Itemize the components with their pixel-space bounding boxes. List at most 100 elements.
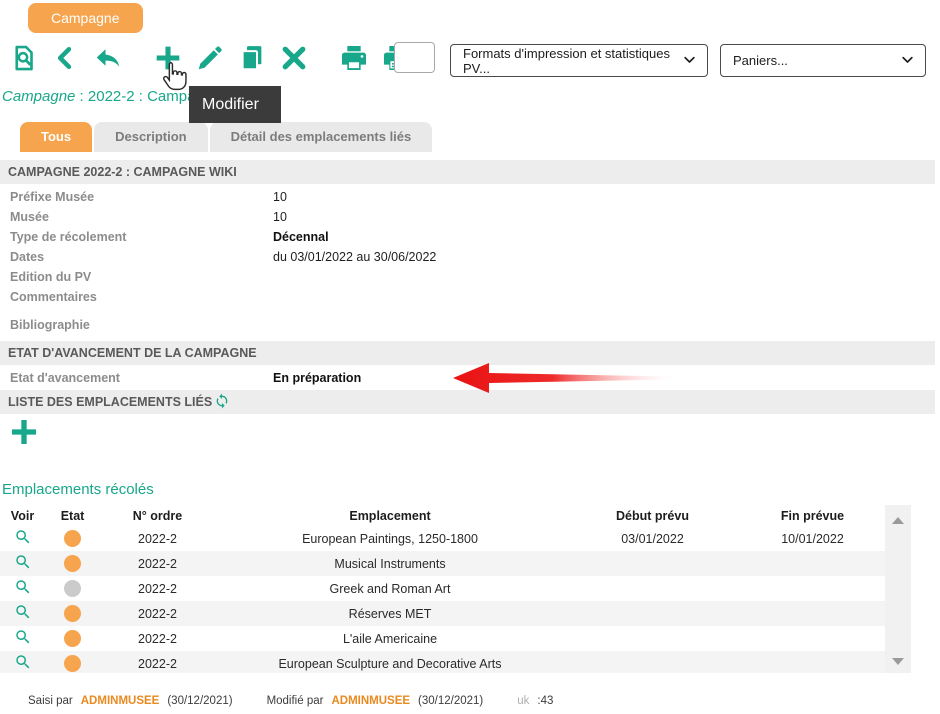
table-row: 2022-2 Musical Instruments — [0, 551, 911, 576]
field-label: Préfixe Musée — [0, 190, 273, 204]
printer-icon — [338, 42, 370, 74]
tooltip-modifier: Modifier — [189, 86, 281, 123]
view-row-button[interactable] — [14, 553, 32, 571]
table-row: 2022-2 L'aile Americaine — [0, 626, 911, 651]
tab-detail-emplacements[interactable]: Détail des emplacements liés — [210, 122, 433, 152]
tab-tous[interactable]: Tous — [20, 122, 92, 152]
undo-arrow-icon — [93, 43, 123, 73]
document-search-icon — [9, 43, 39, 73]
table-row: 2022-2 European Sculpture and Decorative… — [0, 651, 911, 673]
field-label: Type de récolement — [0, 230, 273, 244]
field-row: Bibliographie — [0, 315, 940, 335]
view-row-button[interactable] — [14, 603, 32, 621]
undo-button[interactable] — [90, 40, 126, 76]
scroll-down-arrow-icon[interactable] — [892, 658, 904, 665]
section-campagne-header: CAMPAGNE 2022-2 : CAMPAGNE WIKI — [0, 160, 935, 184]
field-value: du 03/01/2022 au 30/06/2022 — [273, 250, 436, 264]
copy-pages-icon — [237, 43, 267, 73]
view-row-button[interactable] — [14, 528, 32, 546]
col-fin: Fin prévue — [740, 509, 885, 523]
emplacement-cell: Musical Instruments — [215, 557, 565, 571]
tab-bar: Tous Description Détail des emplacements… — [20, 122, 432, 152]
chevron-down-icon — [900, 52, 915, 70]
pencil-icon — [195, 43, 225, 73]
copy-button[interactable] — [234, 40, 270, 76]
record-fields: Préfixe Musée10 Musée10 Type de récoleme… — [0, 187, 940, 335]
field-label: Musée — [0, 210, 273, 224]
emplacements-recoles-link[interactable]: Emplacements récolés — [2, 481, 940, 498]
record-counter-input[interactable] — [394, 42, 435, 73]
field-row: Type de récolementDécennal — [0, 227, 940, 247]
field-row: Edition du PV — [0, 267, 940, 287]
field-row: Préfixe Musée10 — [0, 187, 940, 207]
red-annotation-arrow — [453, 362, 678, 398]
field-value: 10 — [273, 190, 287, 204]
field-row: Commentaires — [0, 287, 940, 307]
print-formats-select[interactable]: Formats d'impression et statistiques PV.… — [450, 44, 708, 77]
status-dot — [64, 530, 81, 547]
status-dot — [64, 580, 81, 597]
add-emplacement-button[interactable] — [7, 417, 41, 451]
field-label: Edition du PV — [0, 270, 273, 284]
record-audit-footer: Saisi par ADMINMUSEE (30/12/2021) Modifi… — [28, 695, 940, 707]
modifie-date: (30/12/2021) — [418, 695, 483, 707]
field-label: Commentaires — [0, 290, 273, 304]
section-emplacements-title: LISTE DES EMPLACEMENTS LIÉS — [8, 395, 212, 409]
order-cell: 2022-2 — [100, 557, 215, 571]
x-icon — [279, 43, 309, 73]
col-ordre: N° ordre — [100, 509, 215, 523]
emplacement-cell: European Paintings, 1250-1800 — [215, 532, 565, 546]
table-header: Voir Etat N° ordre Emplacement Début pré… — [0, 505, 911, 526]
hand-cursor-icon — [161, 60, 188, 98]
field-value: 10 — [273, 210, 287, 224]
saisi-label: Saisi par — [28, 695, 73, 707]
view-row-button[interactable] — [14, 653, 32, 671]
section-campagne-title: CAMPAGNE 2022-2 : CAMPAGNE WIKI — [8, 165, 237, 179]
section-avancement-title: ETAT D'AVANCEMENT DE LA CAMPAGNE — [8, 346, 257, 360]
edit-button[interactable] — [192, 40, 228, 76]
debut-cell: 03/01/2022 — [565, 532, 740, 546]
col-etat: Etat — [45, 509, 100, 523]
field-value: En préparation — [273, 371, 361, 385]
status-dot — [64, 605, 81, 622]
saisi-user: ADMINMUSEE — [81, 695, 160, 707]
emplacements-table: Voir Etat N° ordre Emplacement Début pré… — [0, 505, 911, 673]
view-row-button[interactable] — [14, 578, 32, 596]
order-cell: 2022-2 — [100, 607, 215, 621]
chevron-left-icon — [52, 44, 80, 72]
table-row: 2022-2 Réserves MET — [0, 601, 911, 626]
preview-button[interactable] — [6, 40, 42, 76]
toolbar — [6, 38, 414, 78]
modifie-label: Modifié par — [267, 695, 324, 707]
field-label: Etat d'avancement — [0, 371, 273, 385]
field-value: Décennal — [273, 230, 329, 244]
field-label: Bibliographie — [0, 318, 273, 332]
col-emplacement: Emplacement — [215, 509, 565, 523]
modifie-user: ADMINMUSEE — [331, 695, 410, 707]
baskets-select-value: Paniers... — [733, 53, 788, 68]
module-tab-campagne[interactable]: Campagne — [28, 3, 143, 33]
field-row: Musée10 — [0, 207, 940, 227]
tab-description[interactable]: Description — [94, 122, 208, 152]
emplacement-cell: Greek and Roman Art — [215, 582, 565, 596]
refresh-icon[interactable] — [212, 395, 230, 409]
print-button[interactable] — [336, 40, 372, 76]
campaign-detail-page: Campagne Formats d'impression et statist… — [0, 0, 940, 714]
misc-value: :43 — [537, 695, 553, 707]
fin-cell: 10/01/2022 — [740, 532, 885, 546]
print-formats-select-value: Formats d'impression et statistiques PV.… — [463, 46, 682, 76]
order-cell: 2022-2 — [100, 532, 215, 546]
baskets-select[interactable]: Paniers... — [720, 44, 926, 77]
scroll-up-arrow-icon[interactable] — [892, 517, 904, 524]
order-cell: 2022-2 — [100, 582, 215, 596]
view-row-button[interactable] — [14, 628, 32, 646]
field-row-etat: Etat d'avancement En préparation — [0, 367, 940, 389]
table-row: 2022-2 Greek and Roman Art — [0, 576, 911, 601]
delete-button[interactable] — [276, 40, 312, 76]
previous-button[interactable] — [48, 40, 84, 76]
chevron-down-icon — [682, 52, 697, 70]
misc-label: uk — [517, 695, 529, 707]
status-dot — [64, 630, 81, 647]
table-scrollbar[interactable] — [885, 505, 911, 673]
order-cell: 2022-2 — [100, 657, 215, 671]
